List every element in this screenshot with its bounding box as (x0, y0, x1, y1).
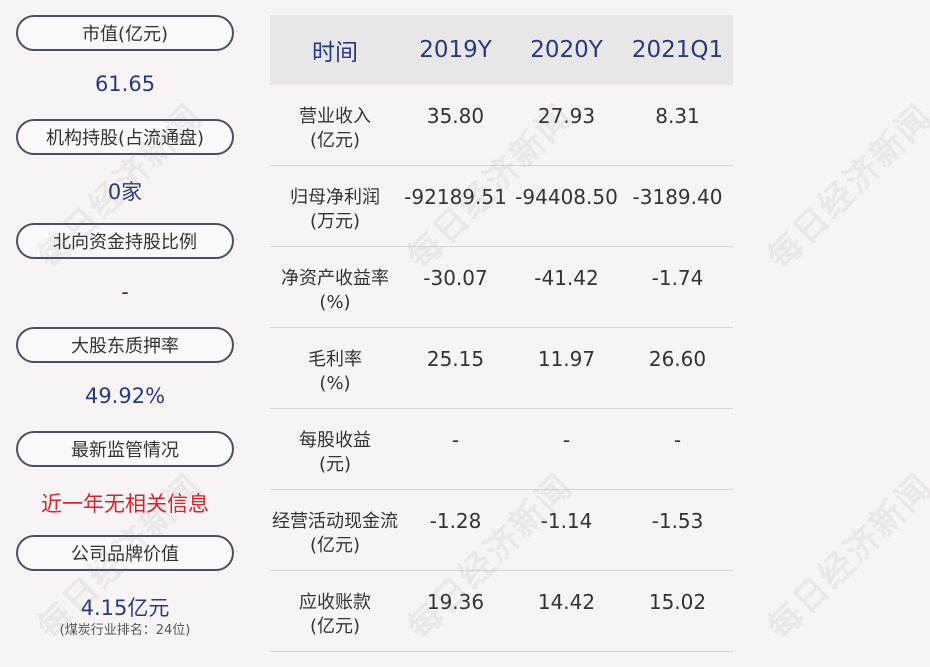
cell-value: -1.14 (540, 509, 593, 533)
regulatory-status-label: 最新监管情况 (16, 431, 234, 467)
cell-value: - (562, 428, 571, 452)
header-period: 时间 (312, 40, 358, 66)
header-2020: 2020Y (530, 37, 603, 63)
financial-table: 时间 2019Y 2020Y 2021Q1 营业收入 (亿元) 35.80 27.… (270, 15, 733, 652)
table-row: 归母净利润 (万元) -92189.51 -94408.50 -3189.40 (270, 166, 733, 247)
summary-panel: 市值(亿元) 61.65 机构持股(占流通盘) 0家 北向资金持股比例 - 大股… (0, 0, 250, 667)
pledge-rate-label: 大股东质押率 (16, 327, 234, 363)
header-2019: 2019Y (419, 37, 492, 63)
brand-value-label: 公司品牌价值 (16, 535, 234, 571)
regulatory-status-value: 近一年无相关信息 (41, 492, 209, 516)
cell-value: -1.74 (651, 266, 704, 290)
brand-rank-note: (煤炭行业排名：24位) (59, 623, 191, 638)
cell-value: -92189.51 (404, 185, 507, 209)
cell-value: - (673, 428, 682, 452)
cell-value: 14.42 (537, 590, 596, 614)
table-row: 营业收入 (亿元) 35.80 27.93 8.31 (270, 85, 733, 166)
row-label: 营业收入 (亿元) (299, 106, 371, 151)
northbound-ratio-value: - (121, 280, 129, 304)
cell-value: -30.07 (423, 266, 488, 290)
table-row: 经营活动现金流 (亿元) -1.28 -1.14 -1.53 (270, 490, 733, 571)
cell-value: 11.97 (537, 347, 596, 371)
institution-holding-value: 0家 (107, 180, 143, 204)
pledge-rate-value: 49.92% (84, 384, 166, 408)
table-row: 应收账款 (亿元) 19.36 14.42 15.02 (270, 571, 733, 652)
row-label: 净资产收益率 (%) (281, 268, 389, 313)
table-row: 净资产收益率 (%) -30.07 -41.42 -1.74 (270, 247, 733, 328)
northbound-ratio-label: 北向资金持股比例 (16, 223, 234, 259)
row-label: 归母净利润 (万元) (290, 187, 380, 232)
market-cap-label: 市值(亿元) (16, 15, 234, 51)
cell-value: -94408.50 (515, 185, 618, 209)
cell-value: -3189.40 (632, 185, 723, 209)
cell-value: 15.02 (648, 590, 707, 614)
cell-value: 26.60 (648, 347, 707, 371)
institution-holding-label: 机构持股(占流通盘) (16, 119, 234, 155)
cell-value: 35.80 (426, 104, 485, 128)
table-header: 时间 2019Y 2020Y 2021Q1 (270, 15, 733, 85)
cell-value: -1.53 (651, 509, 704, 533)
table-row: 毛利率 (%) 25.15 11.97 26.60 (270, 328, 733, 409)
market-cap-value: 61.65 (94, 72, 156, 96)
row-label: 每股收益 (元) (299, 430, 371, 475)
cell-value: 19.36 (426, 590, 485, 614)
cell-value: - (451, 428, 460, 452)
cell-value: -41.42 (534, 266, 599, 290)
header-2021q1: 2021Q1 (631, 37, 724, 63)
row-label: 毛利率 (%) (308, 349, 362, 394)
brand-value-value: 4.15亿元 (80, 596, 170, 620)
cell-value: 25.15 (426, 347, 485, 371)
row-label: 应收账款 (亿元) (299, 592, 371, 637)
cell-value: 27.93 (537, 104, 596, 128)
row-label: 经营活动现金流 (亿元) (272, 511, 398, 556)
watermark: 每日经济新闻 (759, 96, 930, 278)
table-row: 每股收益 (元) - - - (270, 409, 733, 490)
cell-value: 8.31 (655, 104, 700, 128)
watermark: 每日经济新闻 (759, 466, 930, 648)
cell-value: -1.28 (429, 509, 482, 533)
